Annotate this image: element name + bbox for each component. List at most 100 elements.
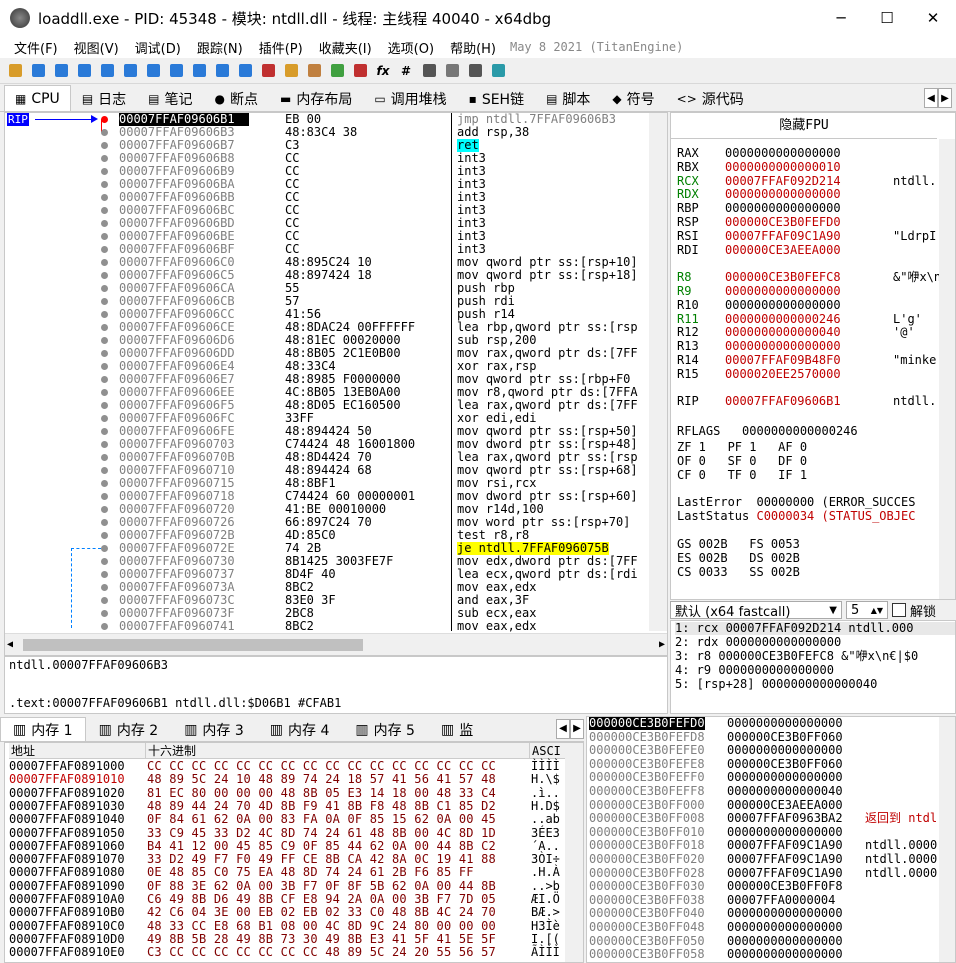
unlock-checkbox[interactable] [892,603,906,617]
stack-row[interactable]: 000000CE3B0FF028 00007FFAF09C1A90 ntdll.00… [587,866,939,880]
memory-tab-2[interactable]: ▥ 内存 2 [86,717,172,741]
breakpoint-dot[interactable] [101,493,108,500]
pause-icon[interactable] [98,62,116,80]
calculator-icon[interactable] [466,62,484,80]
register-row[interactable]: R8 000000CE3B0FEFC8 &"咿x\n [677,271,941,284]
trace-into-icon[interactable] [167,62,185,80]
stack-row[interactable]: 000000CE3B0FF050 0000000000000000 [587,934,939,948]
step-into-icon[interactable] [121,62,139,80]
tab-memory-map[interactable]: ▬ 内存布局 [269,85,363,111]
stack-row[interactable]: 000000CE3B0FEFD8 000000CE3B0FF060 [587,730,939,744]
breakpoint-dot[interactable] [101,298,108,305]
disassembly-vertical-scrollbar[interactable] [649,113,667,631]
flags-row[interactable]: ZF 1 PF 1 AF 0 [677,441,807,454]
tab-notes[interactable]: ▤ 笔记 [137,85,203,111]
register-row[interactable]: R15 0000020EE2570000 [677,367,893,381]
register-row[interactable]: R14 00007FFAF09B48F0 "minke [677,354,936,367]
stack-row[interactable]: 000000CE3B0FEFE8 000000CE3B0FF060 [587,757,939,771]
breakpoint-dot[interactable] [101,259,108,266]
stack-view[interactable]: 000000CE3B0FEFD0 0000000000000000 000000CE… [586,716,956,963]
breakpoint-dot[interactable] [101,545,108,552]
maximize-button[interactable]: ☐ [864,0,910,36]
execute-till-return-icon[interactable] [213,62,231,80]
dump-scrollbar[interactable] [565,743,583,962]
run-to-user-icon[interactable] [236,62,254,80]
register-row[interactable]: RSI 00007FFAF09C1A90 "LdrpI [677,229,936,243]
stack-scrollbar[interactable] [939,717,955,962]
register-row[interactable]: R13 0000000000000000 [677,340,893,353]
breakpoint-dot[interactable] [101,129,108,136]
breakpoint-dot[interactable] [101,558,108,565]
tab-symbols[interactable]: ◆ 符号 [601,85,665,111]
stack-row[interactable]: 000000CE3B0FF020 00007FFAF09C1A90 ntdll.00… [587,853,939,866]
stop-icon[interactable] [52,62,70,80]
menu-item-3[interactable]: 跟踪(N) [189,38,251,57]
breakpoint-dot[interactable] [101,389,108,396]
disasm-row[interactable]: 00007FFAF0960741 8BC2 mov eax,edx [115,620,667,633]
minimize-button[interactable]: ─ [818,0,864,36]
register-row[interactable]: RCX 00007FFAF092D214 ntdll. [677,174,936,188]
memory-dump-view[interactable]: 地址 十六进制 ASCI 00007FFAF0891000 CC CC CC CC… [4,742,584,963]
argument-row[interactable]: 5: [rsp+28] 0000000000000040 [675,678,877,691]
breakpoint-dot[interactable] [101,480,108,487]
breakpoint-dot[interactable] [101,376,108,383]
breakpoint-dot[interactable] [101,467,108,474]
breakpoint-dot[interactable] [101,363,108,370]
stack-row[interactable]: 000000CE3B0FEFD0 0000000000000000 [587,717,939,730]
argument-row[interactable]: 2: rdx 0000000000000000 [675,636,841,649]
tab-breakpoint[interactable]: ● 断点 [204,85,269,111]
register-row[interactable]: RSP 000000CE3B0FEFD0 [677,216,893,229]
stack-row[interactable]: 000000CE3B0FF040 0000000000000000 [587,907,939,920]
register-row[interactable]: RDI 000000CE3AEEA000 [677,243,893,257]
open-icon[interactable] [6,62,24,80]
segment-row[interactable]: GS 002B FS 0053 [677,538,800,551]
tab-seh[interactable]: ▪ SEH链 [458,85,535,111]
breakpoint-dot[interactable] [101,415,108,422]
breakpoint-dot[interactable] [101,324,108,331]
breakpoint-dot[interactable] [101,168,108,175]
register-row[interactable]: R9 0000000000000000 [677,285,893,298]
stack-row[interactable]: 000000CE3B0FF018 00007FFAF09C1A90 ntdll.00… [587,839,939,852]
disassembly-horizontal-scrollbar[interactable]: ◀ ▶ [5,633,667,655]
register-row[interactable]: R12 0000000000000040 '@' [677,326,915,339]
breakpoint-dot[interactable] [101,597,108,604]
script-icon[interactable] [443,62,461,80]
breakpoint-dot[interactable] [101,519,108,526]
run-icon[interactable] [75,62,93,80]
breakpoint-dot[interactable] [101,402,108,409]
breakpoint-dot[interactable] [101,220,108,227]
memory-tab-right-button[interactable]: ▶ [570,718,584,739]
breakpoint-dot[interactable] [101,506,108,513]
stack-row[interactable]: 000000CE3B0FF008 00007FFAF0963BA2 返回到 ntdl [587,812,939,825]
menu-item-4[interactable]: 插件(P) [251,38,311,57]
stack-row[interactable]: 000000CE3B0FF010 0000000000000000 [587,825,939,839]
hash-icon[interactable]: # [397,62,415,80]
step-over-icon[interactable] [144,62,162,80]
stack-row[interactable]: 000000CE3B0FEFF0 0000000000000000 [587,771,939,784]
breakpoint-dot[interactable] [101,272,108,279]
register-row[interactable]: RIP 00007FFAF09606B1 ntdll. [677,395,936,408]
breakpoint-dot[interactable] [101,584,108,591]
globe-icon[interactable] [489,62,507,80]
registers-scrollbar[interactable] [939,139,955,599]
menu-item-5[interactable]: 收藏夹(I) [311,38,380,57]
memory-tab-4[interactable]: ▥ 内存 4 [257,717,343,741]
argument-row[interactable]: 3: r8 000000CE3B0FEFC8 &"咿x\n€|$0 [675,650,918,663]
flags-row[interactable]: OF 0 SF 0 DF 0 [677,454,807,468]
tab-call-stack[interactable]: ▭ 调用堆栈 [363,85,457,111]
register-row[interactable]: RDX 0000000000000000 [677,188,893,201]
breakpoint-dot[interactable] [101,454,108,461]
register-row[interactable]: R10 0000000000000000 [677,298,893,312]
menu-item-0[interactable]: 文件(F) [6,38,66,57]
breakpoint-dot[interactable] [101,311,108,318]
breakpoint-dot[interactable] [101,428,108,435]
call-convention-select[interactable]: 默认 (x64 fastcall) ▼ [670,601,842,620]
stack-row[interactable]: 000000CE3B0FF030 000000CE3B0FF0F8 [587,880,939,893]
segment-row[interactable]: CS 0033 SS 002B [677,566,800,579]
menu-item-7[interactable]: 帮助(H) [442,38,504,57]
flags-row[interactable]: CF 0 TF 0 IF 1 [677,468,807,482]
breakpoint-dot[interactable] [101,233,108,240]
breakpoint-dot[interactable] [101,610,108,617]
breakpoint-dot[interactable] [101,571,108,578]
memory-tab-left-button[interactable]: ◀ [556,718,570,739]
